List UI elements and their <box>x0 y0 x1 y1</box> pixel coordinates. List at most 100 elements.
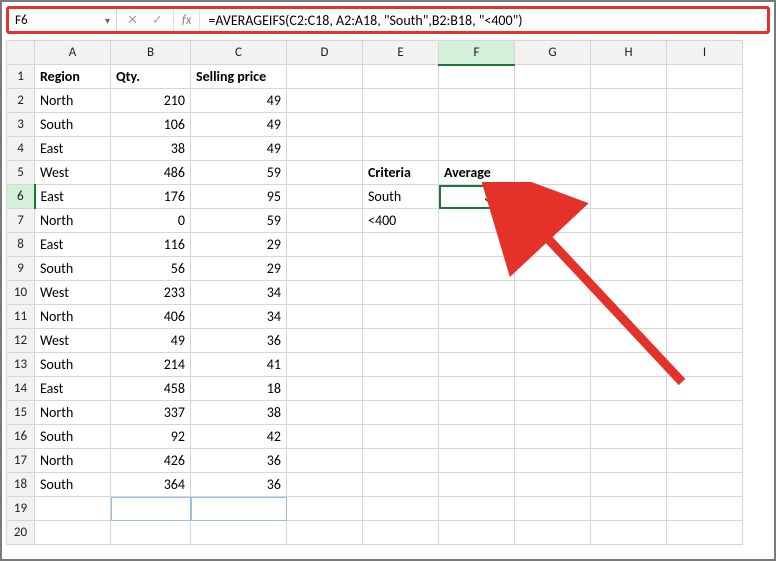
row-header-14[interactable]: 14 <box>7 377 35 401</box>
cell-I5[interactable] <box>667 161 743 185</box>
cell-D2[interactable] <box>287 89 363 113</box>
cell-C14[interactable]: 18 <box>191 377 287 401</box>
cell-A7[interactable]: North <box>35 209 111 233</box>
cell-A15[interactable]: North <box>35 401 111 425</box>
row-header-12[interactable]: 12 <box>7 329 35 353</box>
cell-D20[interactable] <box>287 521 363 545</box>
cell-G6[interactable] <box>515 185 591 209</box>
cell-E7[interactable]: <400 <box>363 209 439 233</box>
cell-C6[interactable]: 95 <box>191 185 287 209</box>
cell-B17[interactable]: 426 <box>111 449 191 473</box>
cell-A9[interactable]: South <box>35 257 111 281</box>
cell-E5[interactable]: Criteria <box>363 161 439 185</box>
col-header-E[interactable]: E <box>363 41 439 65</box>
row-header-7[interactable]: 7 <box>7 209 35 233</box>
cell-G8[interactable] <box>515 233 591 257</box>
cell-C20[interactable] <box>191 521 287 545</box>
col-header-D[interactable]: D <box>287 41 363 65</box>
row-header-20[interactable]: 20 <box>7 521 35 545</box>
cell-F1[interactable] <box>439 65 515 89</box>
cell-I12[interactable] <box>667 329 743 353</box>
cell-B20[interactable] <box>111 521 191 545</box>
cell-C7[interactable]: 59 <box>191 209 287 233</box>
cell-G17[interactable] <box>515 449 591 473</box>
cell-E17[interactable] <box>363 449 439 473</box>
cell-I19[interactable] <box>667 497 743 521</box>
row-header-4[interactable]: 4 <box>7 137 35 161</box>
cell-A16[interactable]: South <box>35 425 111 449</box>
cell-B7[interactable]: 0 <box>111 209 191 233</box>
cell-E2[interactable] <box>363 89 439 113</box>
cell-D6[interactable] <box>287 185 363 209</box>
cell-F5[interactable]: Average <box>439 161 515 185</box>
cell-G7[interactable] <box>515 209 591 233</box>
cell-H18[interactable] <box>591 473 667 497</box>
cell-E18[interactable] <box>363 473 439 497</box>
cell-I16[interactable] <box>667 425 743 449</box>
cell-C2[interactable]: 49 <box>191 89 287 113</box>
cell-D17[interactable] <box>287 449 363 473</box>
cell-H10[interactable] <box>591 281 667 305</box>
cell-F10[interactable] <box>439 281 515 305</box>
cell-F9[interactable] <box>439 257 515 281</box>
cell-I18[interactable] <box>667 473 743 497</box>
cell-D10[interactable] <box>287 281 363 305</box>
cell-F2[interactable] <box>439 89 515 113</box>
col-header-C[interactable]: C <box>191 41 287 65</box>
row-header-8[interactable]: 8 <box>7 233 35 257</box>
cell-H12[interactable] <box>591 329 667 353</box>
cell-E12[interactable] <box>363 329 439 353</box>
cell-F8[interactable] <box>439 233 515 257</box>
cell-E9[interactable] <box>363 257 439 281</box>
cell-E16[interactable] <box>363 425 439 449</box>
row-header-6[interactable]: 6 <box>7 185 35 209</box>
cell-D15[interactable] <box>287 401 363 425</box>
cell-E1[interactable] <box>363 65 439 89</box>
cell-B2[interactable]: 210 <box>111 89 191 113</box>
cell-D12[interactable] <box>287 329 363 353</box>
cell-I9[interactable] <box>667 257 743 281</box>
cell-G4[interactable] <box>515 137 591 161</box>
cell-A11[interactable]: North <box>35 305 111 329</box>
cell-I17[interactable] <box>667 449 743 473</box>
cell-C17[interactable]: 36 <box>191 449 287 473</box>
chevron-down-icon[interactable]: ▾ <box>105 14 110 27</box>
cell-H13[interactable] <box>591 353 667 377</box>
row-header-17[interactable]: 17 <box>7 449 35 473</box>
cell-H20[interactable] <box>591 521 667 545</box>
row-header-1[interactable]: 1 <box>7 65 35 89</box>
cell-A18[interactable]: South <box>35 473 111 497</box>
cell-H7[interactable] <box>591 209 667 233</box>
cell-F13[interactable] <box>439 353 515 377</box>
row-header-18[interactable]: 18 <box>7 473 35 497</box>
cell-D9[interactable] <box>287 257 363 281</box>
row-header-9[interactable]: 9 <box>7 257 35 281</box>
cell-H17[interactable] <box>591 449 667 473</box>
cell-C1[interactable]: Selling price <box>191 65 287 89</box>
cell-F16[interactable] <box>439 425 515 449</box>
cell-I1[interactable] <box>667 65 743 89</box>
cell-C10[interactable]: 34 <box>191 281 287 305</box>
cell-F14[interactable] <box>439 377 515 401</box>
cell-A13[interactable]: South <box>35 353 111 377</box>
cell-A2[interactable]: North <box>35 89 111 113</box>
row-header-3[interactable]: 3 <box>7 113 35 137</box>
cell-B11[interactable]: 406 <box>111 305 191 329</box>
cell-E3[interactable] <box>363 113 439 137</box>
cell-I3[interactable] <box>667 113 743 137</box>
cell-H11[interactable] <box>591 305 667 329</box>
cell-C16[interactable]: 42 <box>191 425 287 449</box>
cell-B14[interactable]: 458 <box>111 377 191 401</box>
cell-I15[interactable] <box>667 401 743 425</box>
cell-A10[interactable]: West <box>35 281 111 305</box>
cell-D13[interactable] <box>287 353 363 377</box>
cell-H14[interactable] <box>591 377 667 401</box>
cell-G9[interactable] <box>515 257 591 281</box>
row-header-16[interactable]: 16 <box>7 425 35 449</box>
cell-C12[interactable]: 36 <box>191 329 287 353</box>
cell-I13[interactable] <box>667 353 743 377</box>
cell-I6[interactable] <box>667 185 743 209</box>
select-all-corner[interactable] <box>7 41 35 65</box>
cell-I14[interactable] <box>667 377 743 401</box>
cell-I2[interactable] <box>667 89 743 113</box>
